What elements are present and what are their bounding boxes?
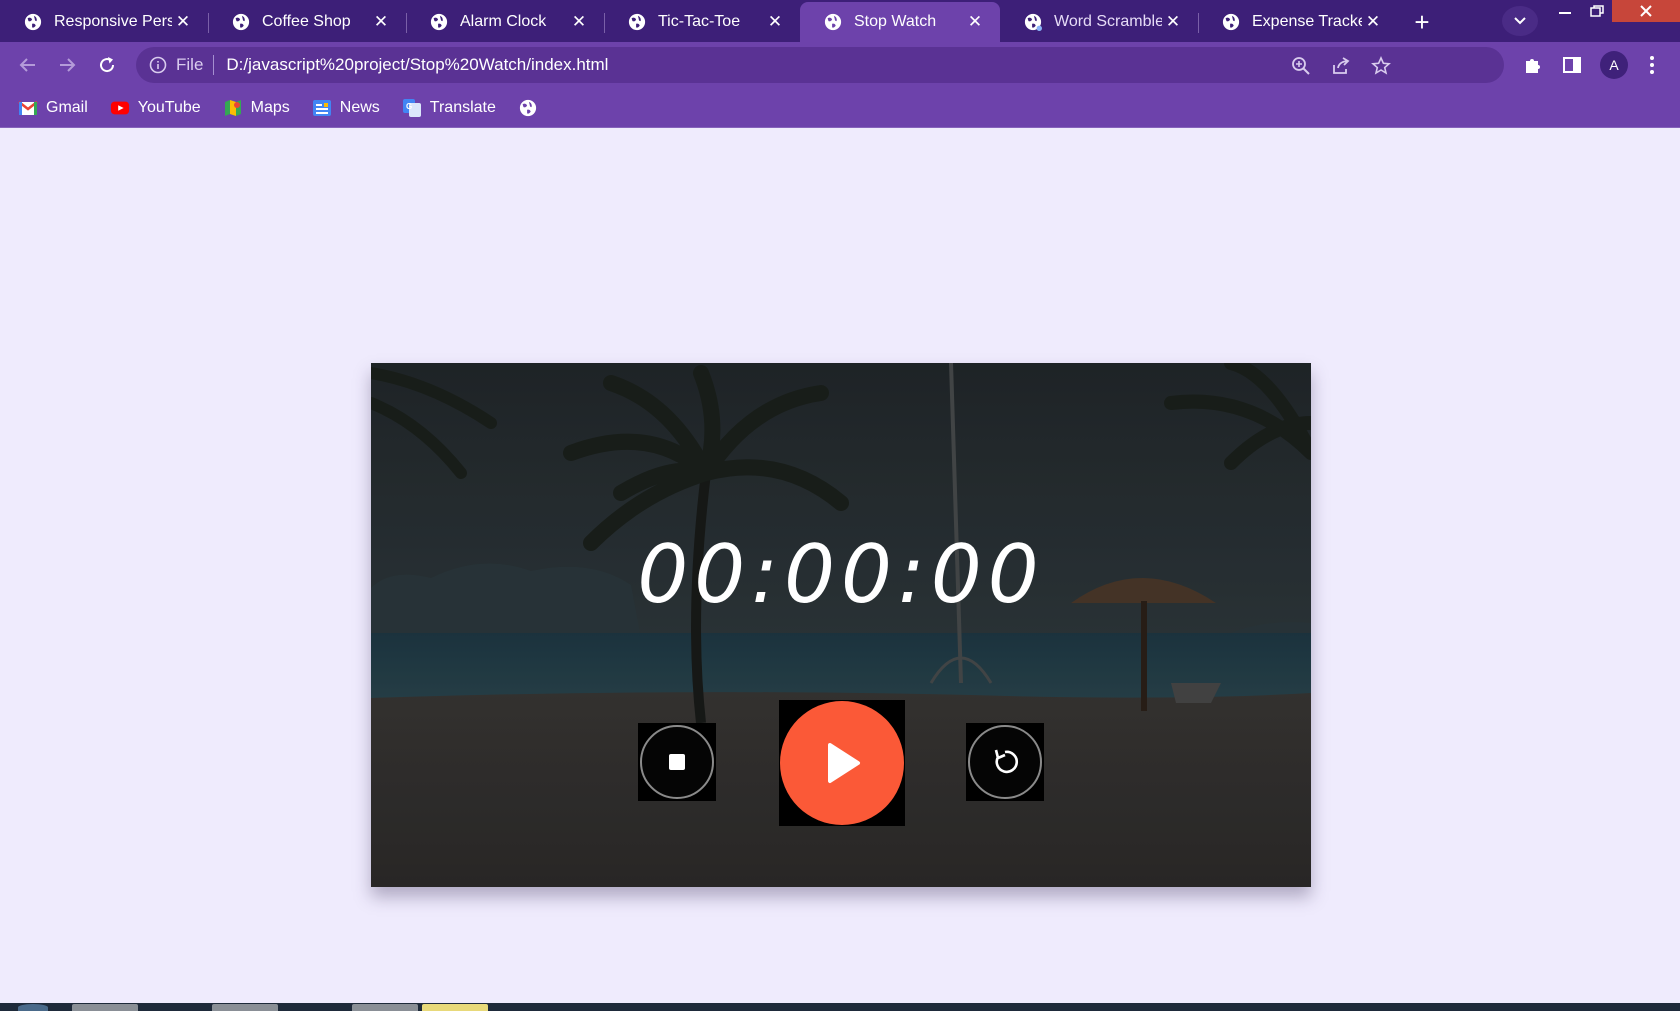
tab-title: Stop Watch [854,13,937,30]
tab-title: Tic-Tac-Toe [658,13,741,30]
tab-close-icon[interactable]: ✕ [1162,11,1184,33]
globe-icon [1024,13,1042,31]
globe-icon [628,13,646,31]
tab-strip: Responsive Persor ✕ Coffee Shop ✕ Alarm … [0,0,1680,42]
taskbar-app-icon[interactable] [352,1004,418,1011]
tab-expense-tracker[interactable]: Expense Tracker ✕ [1198,2,1398,42]
stop-button[interactable] [638,723,716,801]
new-tab-button[interactable]: + [1404,7,1440,37]
play-button-circle [780,701,904,825]
page-content: 00:00:00 [1,129,1679,1003]
maps-icon [223,98,243,118]
taskbar-app-icon[interactable] [72,1004,138,1011]
info-icon[interactable] [148,55,168,75]
svg-text:G: G [406,102,412,111]
tab-close-icon[interactable]: ✕ [764,11,786,33]
tab-close-icon[interactable]: ✕ [370,11,392,33]
tab-title: Responsive Persor [54,13,172,30]
tab-close-icon[interactable]: ✕ [1362,11,1384,33]
bookmark-label: YouTube [137,98,201,116]
address-bar[interactable]: File D:/javascript%20project/Stop%20Watc… [136,47,1504,83]
bookmark-label: Translate [429,98,496,116]
taskbar-app-icon[interactable] [212,1004,278,1011]
tab-close-icon[interactable]: ✕ [568,11,590,33]
play-button[interactable] [779,700,905,826]
side-panel-button[interactable] [1557,50,1587,80]
bookmark-label: Maps [250,98,290,116]
tab-alarm-clock[interactable]: Alarm Clock ✕ [406,2,605,42]
puzzle-icon [1526,59,1540,73]
kebab-menu-icon [1650,56,1654,74]
bookmark-youtube[interactable]: YouTube [110,98,201,118]
extensions-button[interactable] [1518,50,1548,80]
gmail-icon [18,98,38,118]
bookmark-gmail[interactable]: Gmail [18,98,88,118]
side-panel-icon [1563,57,1581,73]
reset-button[interactable] [966,723,1044,801]
bookmark-maps[interactable]: Maps [223,98,290,118]
address-divider [213,55,215,75]
scheme-label: File [176,55,204,74]
tab-search-button[interactable] [1502,6,1538,36]
play-icon [828,743,860,783]
restore-icon [1590,5,1604,17]
close-icon [1640,5,1652,17]
globe-icon [430,13,448,31]
share-icon[interactable] [1330,55,1352,77]
minimize-icon [1559,12,1571,14]
window-controls [1548,0,1680,22]
tab-tic-tac-toe[interactable]: Tic-Tac-Toe ✕ [604,2,800,42]
tab-title: Coffee Shop [262,13,351,30]
stopwatch-card: 00:00:00 [371,363,1311,887]
bookmark-news[interactable]: News [312,98,380,118]
bookmark-star-icon[interactable] [1370,55,1392,77]
arrow-right-icon [60,58,76,72]
tab-responsive-portfolio[interactable]: Responsive Persor ✕ [0,2,209,42]
globe-icon [518,98,538,118]
arrow-left-icon [19,58,35,72]
globe-icon [232,13,250,31]
tab-title: Expense Tracker [1252,13,1362,30]
tab-title: Alarm Clock [460,13,547,30]
youtube-icon [110,98,130,118]
tab-close-icon[interactable]: ✕ [172,11,194,33]
news-icon [312,98,332,118]
reset-icon [994,749,1019,774]
reset-button-ring [968,725,1042,799]
tab-stop-watch[interactable]: Stop Watch ✕ [800,2,1000,42]
back-button[interactable] [13,50,43,80]
browser-toolbar: File D:/javascript%20project/Stop%20Watc… [0,42,1680,88]
reload-button[interactable] [92,50,122,80]
translate-icon: G [402,98,422,118]
stop-icon [669,754,685,770]
tab-coffee-shop[interactable]: Coffee Shop ✕ [208,2,407,42]
os-taskbar [0,1003,1680,1011]
url-text[interactable]: D:/javascript%20project/Stop%20Watch/ind… [226,55,608,75]
forward-button[interactable] [52,50,82,80]
stop-button-ring [640,725,714,799]
restore-button[interactable] [1582,0,1612,22]
tab-title: Word Scramble G [1054,13,1162,30]
taskbar-app-icon[interactable] [422,1004,488,1011]
globe-icon [1222,13,1240,31]
taskbar-start-icon[interactable] [18,1004,48,1011]
menu-button[interactable] [1637,50,1667,80]
tab-word-scramble[interactable]: Word Scramble G ✕ [1000,2,1199,42]
window-close-button[interactable] [1612,0,1680,22]
bookmark-label: News [339,98,380,116]
bookmark-globe[interactable] [518,98,546,118]
chevron-down-icon [1514,17,1526,25]
tab-close-icon[interactable]: ✕ [964,11,986,33]
bookmarks-bar: Gmail YouTube Maps News G Translate [0,88,1680,128]
stopwatch-display: 00:00:00 [637,528,1045,621]
reload-icon [100,57,115,73]
globe-icon [824,13,842,31]
zoom-icon[interactable] [1290,55,1312,77]
profile-avatar[interactable]: A [1600,51,1628,79]
minimize-button[interactable] [1548,0,1582,22]
globe-icon [24,13,42,31]
bookmark-translate[interactable]: G Translate [402,98,496,118]
bookmark-label: Gmail [46,98,88,116]
